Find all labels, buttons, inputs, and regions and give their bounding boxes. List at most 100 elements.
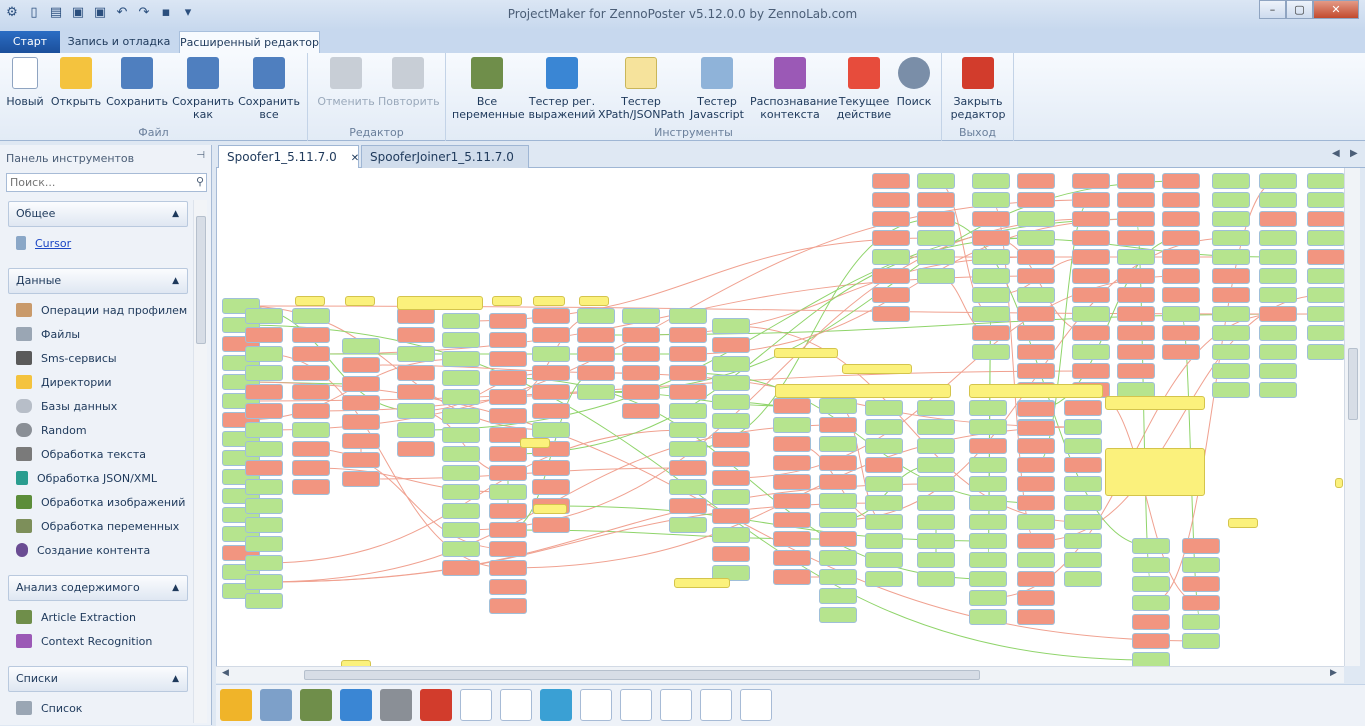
tab-record-debug[interactable]: Запись и отладка [62,31,176,53]
action-node[interactable] [1259,268,1297,284]
action-node[interactable] [532,365,570,381]
action-node[interactable] [1259,249,1297,265]
tab-spoofer1[interactable]: Spoofer1_5.11.7.0 ✕ [218,145,359,168]
action-node[interactable] [245,346,283,362]
action-node[interactable] [969,571,1007,587]
action-node[interactable] [1162,211,1200,227]
action-node[interactable] [489,579,527,595]
action-node[interactable] [1259,173,1297,189]
action-node[interactable] [872,211,910,227]
action-node[interactable] [489,446,527,462]
action-node[interactable] [972,230,1010,246]
action-node[interactable] [245,460,283,476]
action-node[interactable] [532,460,570,476]
action-node[interactable] [397,327,435,343]
action-node[interactable] [442,446,480,462]
action-node[interactable] [622,308,660,324]
action-node[interactable] [1212,325,1250,341]
action-node[interactable] [773,550,811,566]
action-node[interactable] [669,460,707,476]
action-node[interactable] [865,533,903,549]
action-node[interactable] [622,346,660,362]
action-node[interactable] [1182,557,1220,573]
action-node[interactable] [1162,230,1200,246]
action-node[interactable] [819,455,857,471]
action-node[interactable] [245,327,283,343]
action-node[interactable] [1017,401,1055,417]
action-node[interactable] [917,400,955,416]
list-doc-icon[interactable] [660,689,692,721]
action-node[interactable] [819,607,857,623]
action-node[interactable] [489,484,527,500]
toolbox-item-article-extraction[interactable]: Article Extraction [16,608,136,628]
action-node[interactable] [489,465,527,481]
robot-icon[interactable] [340,689,372,721]
comment-note[interactable] [969,384,1103,398]
action-node[interactable] [1212,230,1250,246]
action-node[interactable] [292,384,330,400]
action-node[interactable] [622,365,660,381]
action-node[interactable] [712,375,750,391]
action-node[interactable] [1072,249,1110,265]
action-node[interactable] [1307,344,1344,360]
action-node[interactable] [969,400,1007,416]
action-node[interactable] [532,327,570,343]
action-node[interactable] [1017,211,1055,227]
action-node[interactable] [245,593,283,609]
action-node[interactable] [1307,249,1344,265]
comment-note[interactable] [1228,518,1258,528]
action-node[interactable] [917,268,955,284]
action-node[interactable] [819,512,857,528]
action-node[interactable] [1182,614,1220,630]
action-node[interactable] [489,503,527,519]
action-node[interactable] [622,327,660,343]
action-node[interactable] [1117,363,1155,379]
close-window-button[interactable]: ✕ [1313,0,1359,19]
action-node[interactable] [1162,268,1200,284]
action-node[interactable] [1212,306,1250,322]
action-node[interactable] [872,306,910,322]
action-node[interactable] [442,370,480,386]
action-node[interactable] [917,495,955,511]
action-node[interactable] [1117,344,1155,360]
action-node[interactable] [712,337,750,353]
save-as-button[interactable]: Сохранить как [172,57,234,121]
action-node[interactable] [1212,344,1250,360]
tab-advanced-editor[interactable]: Расширенный редактор [179,31,320,53]
action-node[interactable] [1017,325,1055,341]
action-node[interactable] [532,384,570,400]
open-button[interactable]: Открыть [50,57,102,108]
comment-note[interactable] [1105,396,1205,410]
action-node[interactable] [342,452,380,468]
toolbox-item-variables[interactable]: Обработка переменных [16,517,179,537]
tabs-left-arrow-icon[interactable]: ◀ [1332,148,1340,159]
action-node[interactable] [442,313,480,329]
action-node[interactable] [1117,192,1155,208]
action-node[interactable] [972,211,1010,227]
action-node[interactable] [1212,382,1250,398]
action-node[interactable] [489,598,527,614]
action-node[interactable] [865,476,903,492]
action-node[interactable] [917,249,955,265]
action-node[interactable] [577,308,615,324]
comment-note[interactable] [533,504,567,514]
toolbox-item-cursor[interactable]: Cursor [16,234,71,254]
action-node[interactable] [1259,344,1297,360]
action-node[interactable] [972,268,1010,284]
tree-icon[interactable] [540,689,572,721]
save-all-button[interactable]: Сохранить все [238,57,300,121]
board-icon[interactable] [300,689,332,721]
action-node[interactable] [1017,571,1055,587]
action-node[interactable] [969,476,1007,492]
action-node[interactable] [1259,306,1297,322]
action-node[interactable] [819,493,857,509]
comment-note[interactable] [533,296,565,306]
action-node[interactable] [1017,230,1055,246]
action-node[interactable] [872,249,910,265]
action-node[interactable] [1117,230,1155,246]
tab-spoofer-joiner1[interactable]: SpooferJoiner1_5.11.7.0 [361,145,529,168]
action-node[interactable] [532,308,570,324]
action-node[interactable] [1182,633,1220,649]
action-node[interactable] [712,451,750,467]
action-node[interactable] [773,512,811,528]
